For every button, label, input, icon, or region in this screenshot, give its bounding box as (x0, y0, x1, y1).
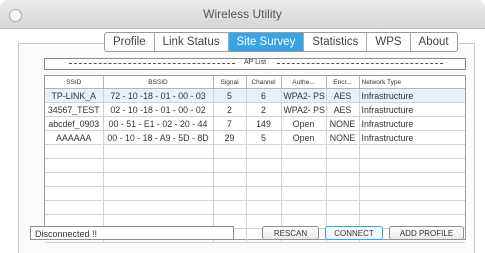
empty-cell (246, 200, 282, 215)
encryption-cell: NONE (326, 116, 360, 131)
column-header-ssid[interactable]: SSID (45, 76, 104, 89)
column-header-channel[interactable]: Channel (246, 76, 282, 89)
empty-cell (103, 172, 214, 187)
window-title: Wireless Utility (203, 7, 282, 21)
connect-button[interactable]: CONNECT (325, 226, 383, 240)
ssid-cell: TP-LINK_A (45, 88, 104, 103)
bssid-cell: 00 - 10 - 18 - A9 - 5D - 8D (103, 130, 214, 145)
authentication-cell: Open (281, 116, 327, 131)
empty-cell (213, 144, 247, 159)
empty-cell (103, 158, 214, 173)
authentication-cell: WPA2- PS (281, 88, 327, 103)
tab-link-status[interactable]: Link Status (155, 33, 229, 51)
wireless-utility-window: Wireless Utility Profile Link Status Sit… (0, 0, 485, 253)
empty-cell (45, 158, 104, 173)
tab-bar: Profile Link Status Site Survey Statisti… (104, 32, 458, 52)
empty-cell (359, 172, 465, 187)
empty-cell (246, 158, 282, 173)
empty-cell (103, 144, 214, 159)
empty-cell (45, 186, 104, 201)
empty-cell (246, 172, 282, 187)
signal-cell: 7 (213, 116, 247, 131)
title-bar[interactable]: Wireless Utility (0, 0, 485, 29)
table-row[interactable]: 34567_TEST 02 - 10 -18 - 01 - 00 - 02 2 2 WP… (45, 102, 465, 117)
tab-about[interactable]: About (411, 33, 457, 51)
network-type-cell: Infrastructure (359, 88, 465, 103)
ssid-cell: AAAAAA (45, 130, 104, 145)
empty-table-row (45, 144, 465, 159)
empty-cell (326, 200, 360, 215)
empty-cell (326, 158, 360, 173)
channel-cell: 2 (246, 102, 282, 117)
empty-cell (246, 186, 282, 201)
empty-cell (246, 144, 282, 159)
empty-cell (213, 186, 247, 201)
signal-cell: 29 (213, 130, 247, 145)
network-type-cell: Infrastructure (359, 130, 465, 145)
channel-cell: 5 (246, 130, 282, 145)
tab-profile[interactable]: Profile (105, 33, 155, 51)
network-type-cell: Infrastructure (359, 116, 465, 131)
ssid-cell: 34567_TEST (45, 102, 104, 117)
column-header-network-type[interactable]: Network Type (359, 76, 465, 89)
empty-cell (45, 144, 104, 159)
channel-cell: 6 (246, 88, 282, 103)
encryption-cell: AES (326, 88, 360, 103)
column-header-authentication[interactable]: Authe... (281, 76, 327, 89)
signal-cell: 5 (213, 88, 247, 103)
column-header-encryption[interactable]: Encr... (326, 76, 360, 89)
bssid-cell: 02 - 10 -18 - 01 - 00 - 02 (103, 102, 214, 117)
authentication-cell: WPA2- PS (281, 102, 327, 117)
table-row[interactable]: TP-LINK_A 72 - 10 -18 - 01 - 00 - 03 5 6 WPA… (45, 88, 465, 103)
tab-wps[interactable]: WPS (367, 33, 411, 51)
rescan-button[interactable]: RESCAN (262, 226, 319, 240)
empty-cell (281, 144, 327, 159)
table-row[interactable]: abcdef_0903 00 - 51 - E1 - 02 - 20 - 44 7 1… (45, 116, 465, 131)
empty-cell (326, 172, 360, 187)
empty-cell (326, 144, 360, 159)
tab-site-survey[interactable]: Site Survey (228, 33, 305, 51)
ssid-cell: abcdef_0903 (45, 116, 104, 131)
table-header-row: SSID BSSID Signal Channel Authe... Encr.… (45, 76, 465, 89)
ap-list-header: AP List (44, 58, 466, 70)
encryption-cell: AES (326, 102, 360, 117)
authentication-cell: Open (281, 130, 327, 145)
status-field: Disconnected !! (30, 226, 234, 240)
signal-cell: 2 (213, 102, 247, 117)
encryption-cell: NONE (326, 130, 360, 145)
ap-list-label: AP List (240, 59, 270, 66)
empty-cell (326, 186, 360, 201)
empty-cell (213, 200, 247, 215)
empty-cell (281, 158, 327, 173)
empty-table-row (45, 186, 465, 201)
empty-cell (359, 186, 465, 201)
ap-table[interactable]: SSID BSSID Signal Channel Authe... Encr.… (44, 75, 466, 243)
empty-cell (359, 200, 465, 215)
empty-cell (213, 172, 247, 187)
empty-table-row (45, 158, 465, 173)
channel-cell: 149 (246, 116, 282, 131)
empty-cell (45, 200, 104, 215)
empty-cell (359, 158, 465, 173)
empty-cell (359, 144, 465, 159)
empty-cell (281, 186, 327, 201)
bssid-cell: 72 - 10 -18 - 01 - 00 - 03 (103, 88, 214, 103)
bssid-cell: 00 - 51 - E1 - 02 - 20 - 44 (103, 116, 214, 131)
empty-cell (45, 172, 104, 187)
tab-statistics[interactable]: Statistics (304, 33, 368, 51)
empty-cell (103, 186, 214, 201)
empty-cell (213, 158, 247, 173)
table-row[interactable]: AAAAAA 00 - 10 - 18 - A9 - 5D - 8D 29 5 Open… (45, 130, 465, 145)
network-type-cell: Infrastructure (359, 102, 465, 117)
column-header-bssid[interactable]: BSSID (103, 76, 214, 89)
empty-cell (103, 200, 214, 215)
empty-table-row (45, 172, 465, 187)
column-header-signal[interactable]: Signal (213, 76, 247, 89)
empty-cell (281, 172, 327, 187)
empty-table-row (45, 200, 465, 215)
empty-cell (281, 200, 327, 215)
add-profile-button[interactable]: ADD PROFILE (389, 226, 464, 240)
